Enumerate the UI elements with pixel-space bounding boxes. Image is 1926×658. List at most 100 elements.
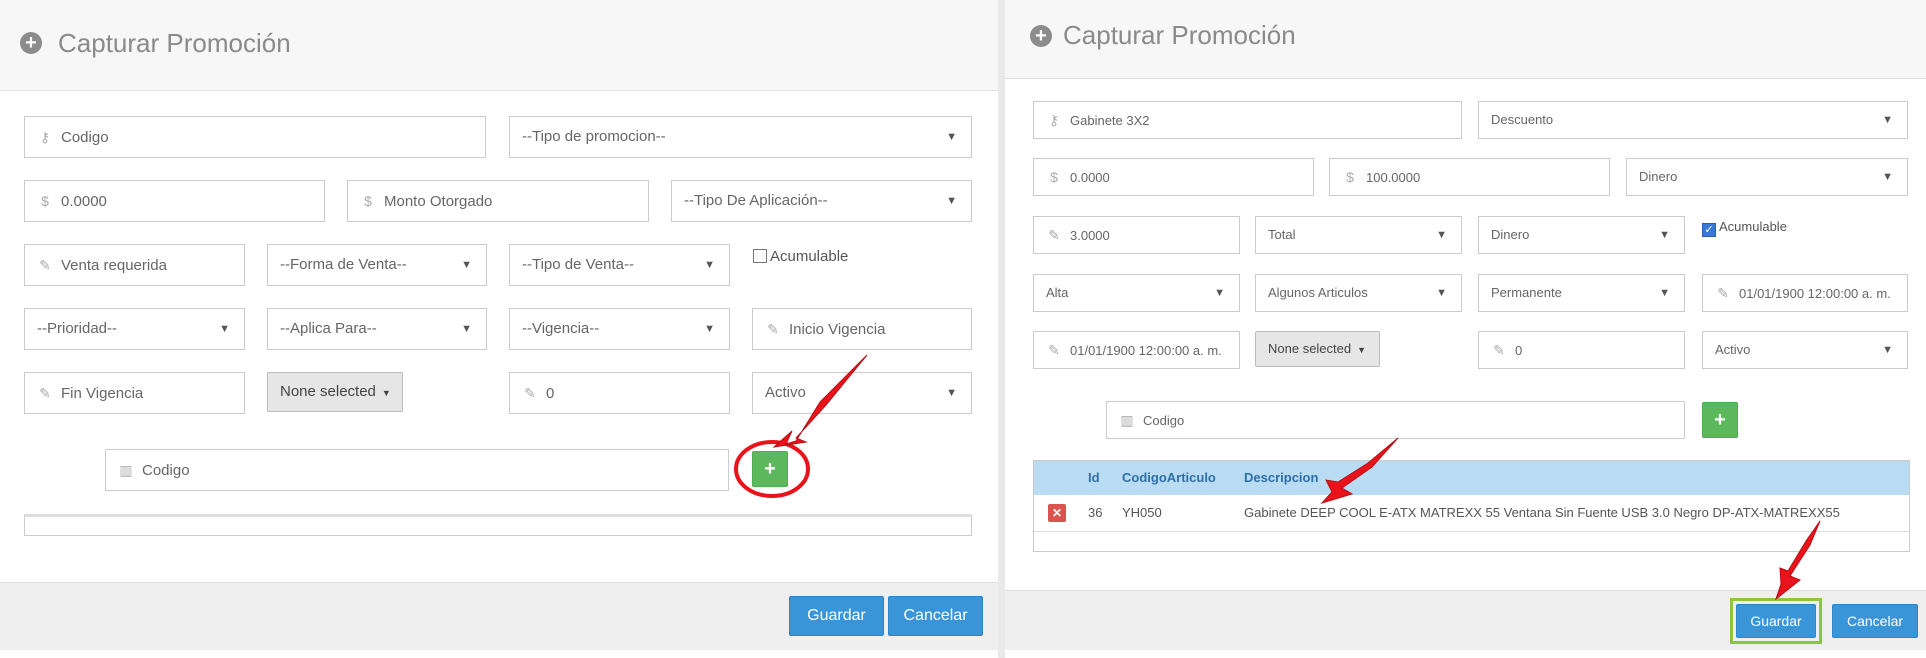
tipo-promocion-select[interactable]: --Tipo de promocion-- ▼ xyxy=(509,116,972,158)
inicio-vigencia-input[interactable]: ✎ Inicio Vigencia xyxy=(752,308,972,350)
cantidad-input[interactable]: ✎ 0 xyxy=(509,372,730,414)
forma-venta-select[interactable]: --Forma de Venta-- ▼ xyxy=(267,244,487,286)
caret-down-icon: ▼ xyxy=(704,259,715,271)
caret-down-icon: ▼ xyxy=(946,195,957,207)
edit-icon: ✎ xyxy=(1717,285,1729,301)
caret-down-icon: ▼ xyxy=(1882,171,1893,183)
monto-otorgado-input[interactable]: $100.0000 xyxy=(1329,158,1610,196)
vigencia-select[interactable]: Permanente ▼ xyxy=(1478,274,1685,312)
caret-down-icon: ▼ xyxy=(1659,287,1670,299)
acumulable-checkbox[interactable]: ✓ Acumulable xyxy=(1702,218,1787,237)
monto-otorgado-input[interactable]: $ Monto Otorgado xyxy=(347,180,649,222)
tipo-promocion-select[interactable]: Descuento ▼ xyxy=(1478,101,1908,139)
table-header: Id CodigoArticulo Descripcion xyxy=(1034,461,1909,495)
edit-icon: ✎ xyxy=(1493,342,1505,358)
prioridad-select[interactable]: --Prioridad-- ▼ xyxy=(24,308,245,350)
edit-icon: ✎ xyxy=(1048,342,1060,358)
panel-header: + Capturar Promoción xyxy=(1005,0,1926,79)
cantidad-input[interactable]: ✎ 0 xyxy=(1478,331,1685,369)
prioridad-select[interactable]: Alta ▼ xyxy=(1033,274,1240,312)
estado-select[interactable]: Activo ▼ xyxy=(752,372,972,414)
caret-down-icon: ▼ xyxy=(461,323,472,335)
barcode-icon: ▥ xyxy=(119,462,133,478)
caret-down-icon: ▼ xyxy=(1882,344,1893,356)
row-descripcion: Gabinete DEEP COOL E-ATX MATREXX 55 Vent… xyxy=(1244,505,1840,520)
plus-circle-icon: + xyxy=(20,32,42,54)
add-articulo-button[interactable]: + xyxy=(1702,402,1738,438)
cancelar-button[interactable]: Cancelar xyxy=(1832,604,1918,638)
add-articulo-button[interactable]: + xyxy=(752,451,788,487)
venta-requerida-input[interactable]: ✎ Venta requerida xyxy=(24,244,245,286)
articulos-table: Id CodigoArticulo Descripcion ✕ 36 YH050… xyxy=(1033,460,1910,552)
caret-down-icon: ▼ xyxy=(381,388,391,398)
row-codigo: YH050 xyxy=(1122,505,1162,520)
row-id: 36 xyxy=(1088,505,1103,520)
panel-footer: Guardar Cancelar xyxy=(1005,590,1926,650)
caret-down-icon: ▼ xyxy=(219,323,230,335)
dollar-icon: $ xyxy=(1346,169,1354,185)
fin-vigencia-input[interactable]: ✎ 01/01/1900 12:00:00 a. m. xyxy=(1033,331,1240,369)
fin-vigencia-input[interactable]: ✎ Fin Vigencia xyxy=(24,372,245,414)
vigencia-select[interactable]: --Vigencia-- ▼ xyxy=(509,308,730,350)
edit-icon: ✎ xyxy=(767,321,779,337)
dollar-icon: $ xyxy=(41,193,49,209)
codigo-articulo-input[interactable]: ▥ Codigo xyxy=(1106,401,1685,439)
column-header-codigo[interactable]: CodigoArticulo xyxy=(1122,461,1216,495)
tipo-venta-select[interactable]: Dinero ▼ xyxy=(1478,216,1685,254)
forma-venta-select[interactable]: Total ▼ xyxy=(1255,216,1462,254)
aplica-para-select[interactable]: Algunos Articulos ▼ xyxy=(1255,274,1462,312)
checkbox-checked[interactable]: ✓ xyxy=(1702,223,1716,237)
key-icon: ⚷ xyxy=(39,129,51,145)
caret-down-icon: ▼ xyxy=(461,259,472,271)
caret-down-icon: ▼ xyxy=(1214,287,1225,299)
caret-down-icon: ▼ xyxy=(946,387,957,399)
codigo-input[interactable]: ⚷ Codigo xyxy=(24,116,486,158)
tipo-venta-select[interactable]: --Tipo de Venta-- ▼ xyxy=(509,244,730,286)
articulos-multiselect[interactable]: None selected ▼ xyxy=(267,372,403,412)
left-promo-panel: + Capturar Promoción ⚷ Codigo --Tipo de p… xyxy=(0,0,998,650)
edit-icon: ✎ xyxy=(524,385,536,401)
key-icon: ⚷ xyxy=(1048,112,1060,128)
column-header-descripcion[interactable]: Descripcion xyxy=(1244,461,1318,495)
edit-icon: ✎ xyxy=(1048,227,1060,243)
articulos-multiselect[interactable]: None selected ▼ xyxy=(1255,331,1380,367)
page-title: Capturar Promoción xyxy=(1063,20,1296,50)
codigo-articulo-input[interactable]: ▥ Codigo xyxy=(105,449,729,491)
cancelar-button[interactable]: Cancelar xyxy=(888,596,983,636)
caret-down-icon: ▼ xyxy=(1659,229,1670,241)
caret-down-icon: ▼ xyxy=(1436,287,1447,299)
caret-down-icon: ▼ xyxy=(1357,345,1367,355)
plus-circle-icon: + xyxy=(1030,25,1052,47)
codigo-input[interactable]: ⚷ Gabinete 3X2 xyxy=(1033,101,1462,139)
caret-down-icon: ▼ xyxy=(704,323,715,335)
right-promo-panel: + Capturar Promoción ⚷ Gabinete 3X2 Descu… xyxy=(1005,0,1926,650)
guardar-button[interactable]: Guardar xyxy=(789,596,884,636)
dollar-icon: $ xyxy=(364,193,372,209)
tipo-aplicacion-select[interactable]: Dinero ▼ xyxy=(1626,158,1908,196)
monto-requerido-input[interactable]: $0.0000 xyxy=(24,180,325,222)
aplica-para-select[interactable]: --Aplica Para-- ▼ xyxy=(267,308,487,350)
inicio-vigencia-input[interactable]: ✎ 01/01/1900 12:00:00 a. m. xyxy=(1702,274,1908,312)
checkbox-box[interactable] xyxy=(753,249,767,263)
venta-requerida-input[interactable]: ✎ 3.0000 xyxy=(1033,216,1240,254)
edit-icon: ✎ xyxy=(39,385,51,401)
tipo-aplicacion-select[interactable]: --Tipo De Aplicación-- ▼ xyxy=(671,180,972,222)
monto-requerido-input[interactable]: $0.0000 xyxy=(1033,158,1314,196)
panel-footer: Guardar Cancelar xyxy=(0,582,998,650)
caret-down-icon: ▼ xyxy=(946,131,957,143)
edit-icon: ✎ xyxy=(39,257,51,273)
acumulable-checkbox[interactable]: Acumulable xyxy=(753,248,848,266)
caret-down-icon: ▼ xyxy=(1882,114,1893,126)
estado-select[interactable]: Activo ▼ xyxy=(1702,331,1908,369)
dollar-icon: $ xyxy=(1050,169,1058,185)
close-icon[interactable]: ✕ xyxy=(1048,504,1066,522)
barcode-icon: ▥ xyxy=(1120,412,1134,428)
table-row: ✕ 36 YH050 Gabinete DEEP COOL E-ATX MATR… xyxy=(1034,495,1909,532)
articulos-table-empty xyxy=(24,514,972,536)
column-header-id[interactable]: Id xyxy=(1088,461,1100,495)
guardar-button[interactable]: Guardar xyxy=(1736,604,1816,638)
caret-down-icon: ▼ xyxy=(1436,229,1447,241)
panel-divider xyxy=(998,0,1005,658)
panel-header: + Capturar Promoción xyxy=(0,0,998,91)
page-title: Capturar Promoción xyxy=(58,28,291,58)
